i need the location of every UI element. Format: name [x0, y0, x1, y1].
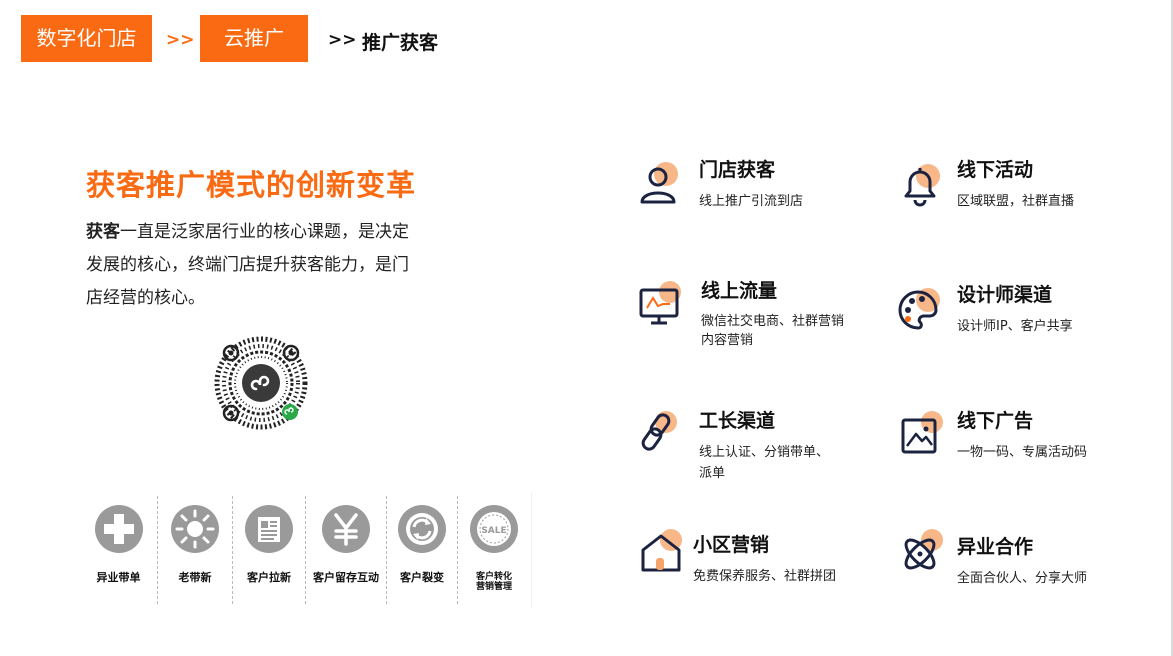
refresh-icon — [398, 505, 446, 553]
feature-desc: 区域联盟，社群直播 — [957, 194, 1075, 209]
user-icon — [640, 162, 678, 204]
strip-label: 客户裂变 — [400, 571, 444, 584]
plus-icon — [94, 505, 143, 553]
feature-desc: 线上认证、分销带单、 — [699, 445, 830, 460]
yen-icon — [322, 505, 370, 553]
strip-label: 老带新 — [178, 571, 212, 584]
link-icon — [641, 411, 677, 451]
home-icon — [641, 529, 682, 572]
breadcrumb-separator: >> — [166, 30, 195, 50]
feature-desc: 派单 — [699, 466, 726, 481]
feature-desc: 免费保养服务、社群拼团 — [693, 569, 837, 584]
strip-item-conversion-marketing[interactable]: SALE 客户转化 营销管理 — [458, 492, 530, 608]
breadcrumb-cloud-promotion[interactable]: 云推广 — [200, 15, 308, 62]
strip-item-cross-industry[interactable]: 异业带单 — [80, 492, 157, 608]
feature-desc: 微信社交电商、社群营销 — [701, 314, 845, 329]
breadcrumb-digital-store[interactable]: 数字化门店 — [21, 15, 152, 62]
strip-label: 客户留存互动 — [313, 571, 379, 584]
palette-icon — [898, 288, 940, 330]
feature-desc: 一物一码、专属活动码 — [957, 445, 1088, 460]
bell-icon — [904, 164, 940, 207]
mini-program-qr-code[interactable] — [214, 336, 308, 430]
monitor-icon — [639, 281, 681, 325]
feature-title: 线下广告 — [957, 410, 1034, 432]
image-icon — [901, 411, 943, 454]
strip-label-line-1: 客户转化 — [475, 572, 512, 582]
sun-icon — [171, 505, 219, 553]
strip-item-referral[interactable]: 老带新 — [158, 492, 232, 608]
strip-label: 客户转化 营销管理 — [458, 572, 530, 592]
strip-label: 异业带单 — [96, 571, 141, 584]
feature-desc: 设计师IP、客户共享 — [957, 319, 1073, 334]
strip-item-fission[interactable]: 客户裂变 — [387, 492, 457, 608]
page-title: 获客推广模式的创新变革 — [86, 168, 417, 202]
strip-label: 客户拉新 — [247, 571, 291, 584]
feature-title: 设计师渠道 — [957, 284, 1053, 306]
feature-desc: 内容营销 — [701, 333, 754, 348]
intro-line-3: 店经营的核心。 — [86, 288, 205, 308]
feature-desc: 线上推广引流到店 — [699, 194, 804, 209]
newspaper-icon — [245, 505, 293, 553]
feature-title: 线下活动 — [957, 159, 1034, 181]
feature-title: 门店获客 — [699, 159, 776, 181]
intro-paragraph: 获客一直是泛家居行业的核心课题，是决定 发展的核心，终端门店提升获客能力，是门 … — [86, 216, 426, 315]
feature-title: 工长渠道 — [699, 410, 776, 432]
atom-icon — [904, 529, 943, 570]
feature-title: 异业合作 — [957, 536, 1034, 558]
strip-item-customer-acquisition[interactable]: 客户拉新 — [233, 492, 305, 608]
breadcrumb-separator: >> — [328, 30, 357, 50]
promotion-methods-strip: 异业带单 老带新 客户拉新 客户留存互动 客户裂变 SALE 客户转化 营销管理 — [80, 492, 532, 608]
strip-label-line-2: 营销管理 — [475, 582, 512, 592]
strip-item-retention[interactable]: 客户留存互动 — [306, 492, 386, 608]
intro-line-2: 发展的核心，终端门店提升获客能力，是门 — [86, 255, 409, 275]
breadcrumb-current-page: 推广获客 — [362, 32, 439, 54]
intro-line-1: 一直是泛家居行业的核心课题，是决定 — [120, 222, 409, 242]
sale-badge-text: SALE — [481, 526, 506, 536]
sale-badge-icon: SALE — [470, 505, 518, 553]
feature-desc: 全面合伙人、分享大师 — [957, 571, 1088, 586]
feature-title: 线上流量 — [701, 280, 778, 302]
intro-bold-keyword: 获客 — [86, 222, 120, 242]
feature-title: 小区营销 — [693, 534, 770, 556]
